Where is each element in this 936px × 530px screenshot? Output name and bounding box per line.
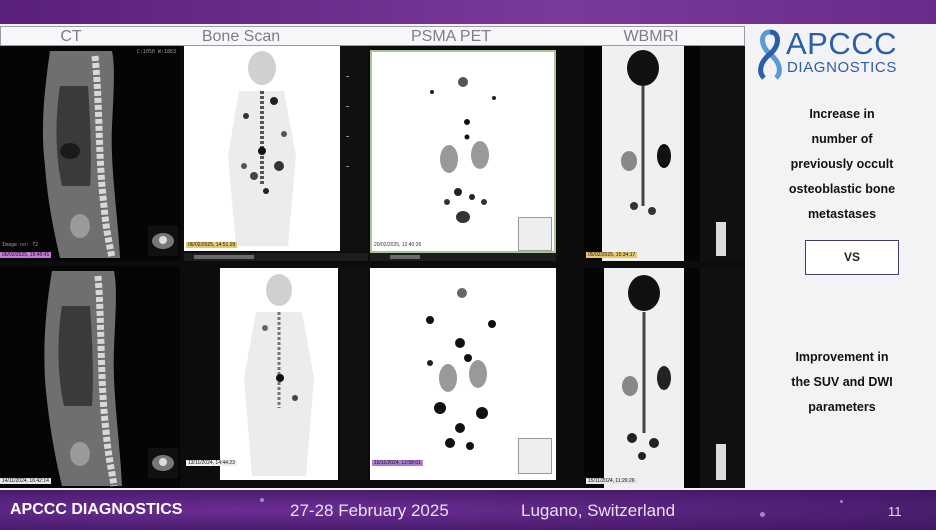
improvement-line: parameters bbox=[808, 400, 876, 414]
footer-bar: APCCC DIAGNOSTICS 27-28 February 2025 Lu… bbox=[0, 490, 936, 530]
improvement-line: the SUV and DWI bbox=[791, 375, 893, 389]
pet-bottom-mip-thumbnail[interactable] bbox=[518, 438, 552, 474]
logo-word: APCCC bbox=[786, 26, 898, 61]
bone-scan-image-top bbox=[228, 51, 296, 246]
wbmri-image-top bbox=[602, 46, 684, 261]
imaging-grid: C:1050 W:1863 Image no: 72 06/02/2025, 1… bbox=[0, 46, 745, 488]
header-psma-pet: PSMA PET bbox=[410, 28, 492, 45]
finding-line: Increase in bbox=[809, 107, 875, 121]
pet-top-mip-thumbnail[interactable] bbox=[518, 217, 552, 251]
wbmri-bottom[interactable]: 15/11/2024, 11:26:26 bbox=[584, 268, 700, 488]
wbmri-bottom-sidepanel[interactable] bbox=[700, 268, 745, 488]
finding-line: osteoblastic bone bbox=[788, 182, 896, 196]
psma-pet-top[interactable] bbox=[370, 50, 556, 253]
footer-dates: 27-28 February 2025 bbox=[290, 501, 449, 520]
wbmri-image-bottom bbox=[604, 268, 684, 488]
header-ct: CT bbox=[60, 28, 82, 45]
page-number: 11 bbox=[888, 504, 902, 519]
bone-scan-top[interactable] bbox=[184, 46, 340, 251]
pet-bottom-date: 15/11/2024, 12:58:01 bbox=[372, 460, 423, 466]
bone-bottom-date: 13/11/2024, 14:44:23 bbox=[186, 460, 237, 466]
footer-brand: APCCC DIAGNOSTICS bbox=[10, 501, 183, 518]
vs-box: VS bbox=[805, 240, 899, 275]
pet-top-date: 20/02/2025, 12:40:26 bbox=[374, 242, 422, 248]
ct-top-date: 06/02/2025, 15:45:41 bbox=[0, 252, 52, 258]
bone-bottom-slider[interactable] bbox=[340, 268, 368, 480]
finding-text: Increase in number of previously occult … bbox=[757, 102, 927, 227]
mri-top-date: 05/02/2025, 15:34:17 bbox=[586, 252, 638, 258]
bone-scan-bottom[interactable] bbox=[220, 268, 338, 480]
modality-header-row: CT Bone Scan PSMA PET WBMRI bbox=[0, 26, 745, 46]
bone-top-slider[interactable] bbox=[340, 46, 368, 251]
finding-line: number of bbox=[811, 132, 873, 146]
bone-scan-image-bottom bbox=[244, 274, 314, 476]
psma-pet-bottom[interactable] bbox=[370, 268, 556, 480]
header-bone-scan: Bone Scan bbox=[201, 28, 281, 45]
pet-top-scrollbar[interactable] bbox=[370, 253, 556, 261]
ct-bottom-thumbnail[interactable] bbox=[148, 448, 178, 478]
header-wbmri: WBMRI bbox=[623, 28, 679, 45]
footer-location: Lugano, Switzerland bbox=[521, 501, 676, 520]
finding-line: metastases bbox=[807, 207, 877, 221]
mri-bottom-date: 15/11/2024, 11:26:26 bbox=[586, 478, 637, 484]
improvement-line: Improvement in bbox=[795, 350, 889, 364]
apccc-logo: APCCC DIAGNOSTICS bbox=[756, 26, 926, 82]
improvement-text: Improvement in the SUV and DWI parameter… bbox=[757, 345, 927, 420]
ribbon-icon bbox=[758, 29, 782, 80]
ct-top-thumbnail[interactable] bbox=[148, 226, 178, 256]
top-banner bbox=[0, 0, 936, 24]
logo-sub: DIAGNOSTICS bbox=[787, 59, 897, 76]
bone-top-date: 06/02/2025, 14:51:29 bbox=[186, 242, 238, 248]
bone-top-scrollbar[interactable] bbox=[184, 253, 368, 261]
ct-bottom-date: 14/11/2024, 16:42:14 bbox=[0, 478, 51, 484]
wbmri-top[interactable]: 05/02/2025, 15:34:17 bbox=[584, 46, 700, 261]
wbmri-top-sidepanel[interactable] bbox=[700, 46, 745, 261]
finding-line: previously occult bbox=[790, 157, 894, 171]
